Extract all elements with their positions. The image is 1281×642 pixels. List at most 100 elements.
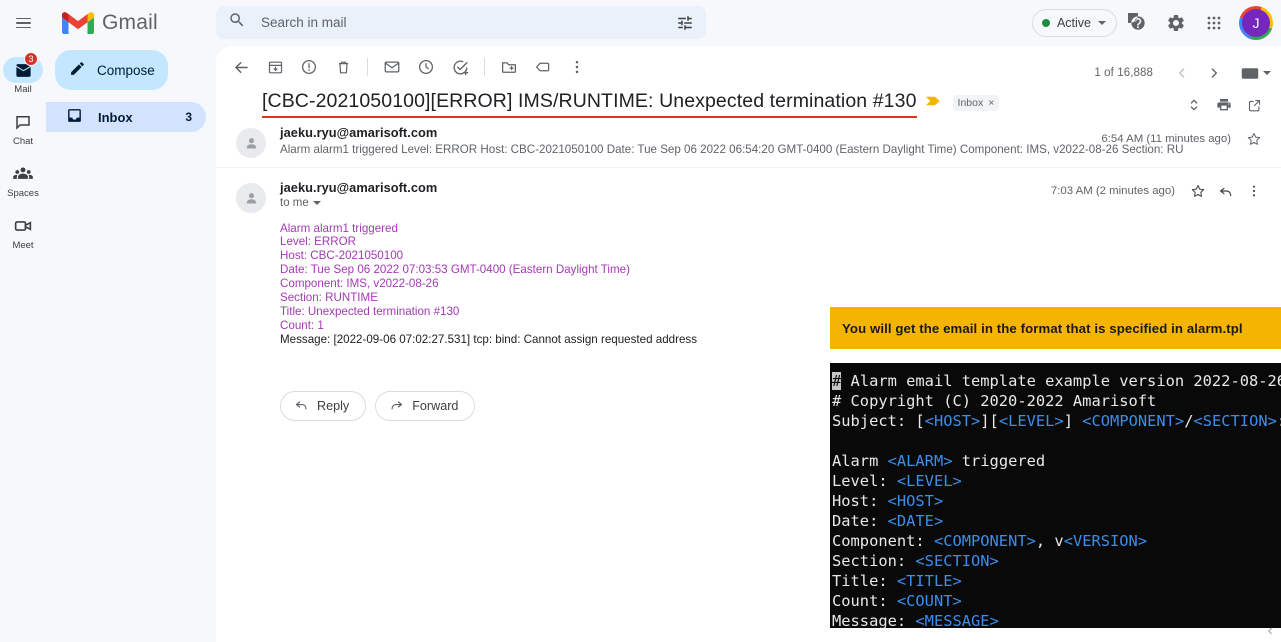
page-title: [CBC-2021050100][ERROR] IMS/RUNTIME: Une… <box>262 90 917 112</box>
reply-icon <box>294 397 309 415</box>
sidebar: Compose Inbox 3 <box>46 46 216 642</box>
code-line: Message: <MESSAGE> <box>832 611 1281 628</box>
message-content-line: Level: ERROR <box>280 235 357 249</box>
rail-label-spaces: Spaces <box>7 188 39 199</box>
message-timestamp: 6:54 AM (11 minutes ago) <box>1101 133 1231 145</box>
star-icon[interactable] <box>1241 126 1267 152</box>
code-line: Component: <COMPONENT>, v<VERSION> <box>832 531 1281 551</box>
status-label: Active <box>1056 16 1091 30</box>
code-block: # Alarm email template example version 2… <box>830 363 1281 628</box>
chevron-down-icon <box>1098 21 1106 25</box>
code-text: Title: <box>832 572 897 590</box>
rail-label-chat: Chat <box>12 136 34 147</box>
rail-label-mail: Mail <box>14 84 32 95</box>
top-header: Gmail Search in mail Active J <box>0 0 1281 46</box>
avatar-initial: J <box>1242 9 1270 37</box>
search-input[interactable]: Search in mail <box>216 6 706 39</box>
sidebar-item-inbox-count: 3 <box>185 110 192 124</box>
avatar <box>236 183 266 213</box>
code-placeholder-token: <LEVEL> <box>998 412 1064 430</box>
rail-item-mail[interactable]: 3 Mail <box>0 50 46 102</box>
important-marker-icon[interactable] <box>925 94 941 112</box>
mail-icon: 3 <box>3 52 43 83</box>
star-icon[interactable] <box>1185 178 1211 204</box>
message-timestamp: 7:03 AM (2 minutes ago) <box>1050 185 1175 197</box>
open-in-new-window-icon[interactable] <box>1241 92 1267 118</box>
subject-row: [CBC-2021050100][ERROR] IMS/RUNTIME: Une… <box>216 76 1281 118</box>
status-dot-icon <box>1041 19 1050 27</box>
code-text: Alarm email template example version 202… <box>841 372 1281 390</box>
annotation-callout: You will get the email in the format tha… <box>830 307 1281 349</box>
forward-button[interactable]: Forward <box>375 391 476 422</box>
reply-button[interactable]: Reply <box>280 391 367 422</box>
code-text: Count: <box>832 592 897 610</box>
code-line: # Copyright (C) 2020-2022 Amarisoft <box>832 391 1281 411</box>
gmail-logo[interactable]: Gmail <box>61 10 158 36</box>
code-text: Level: <box>832 472 897 490</box>
avatar <box>236 128 266 158</box>
forward-label: Forward <box>412 399 459 414</box>
message-content-line: Date: Tue Sep 06 2022 07:03:53 GMT-0400 … <box>280 263 630 277</box>
code-line: Section: <SECTION> <box>832 551 1281 571</box>
code-text: ][ <box>980 412 999 430</box>
code-line: # Alarm email template example version 2… <box>832 371 1281 391</box>
sidebar-item-inbox[interactable]: Inbox 3 <box>46 102 206 132</box>
search-placeholder: Search in mail <box>261 15 347 30</box>
code-text: Host: <box>832 492 888 510</box>
toolbar-divider-2 <box>484 58 485 76</box>
code-placeholder-token: <ALARM> <box>887 452 953 470</box>
code-placeholder-token: <HOST> <box>924 412 981 430</box>
code-line: Alarm <ALARM> triggered <box>832 451 1281 471</box>
settings-gear-icon[interactable] <box>1159 6 1193 40</box>
search-options-icon[interactable] <box>676 14 694 32</box>
code-text: , v <box>1035 532 1064 550</box>
code-placeholder-token: <VERSION> <box>1063 532 1148 550</box>
pencil-icon <box>69 60 86 80</box>
status-chip[interactable]: Active <box>1031 9 1117 37</box>
message-content-line: Host: CBC-2021050100 <box>280 249 404 263</box>
code-text: : <box>1277 412 1281 430</box>
google-apps-icon[interactable] <box>1197 6 1231 40</box>
message-collapsed[interactable]: jaeku.ryu@amarisoft.com Alarm alarm1 tri… <box>216 116 1281 168</box>
thread-pane: 1 of 16,888 [CBC-2021050100][ERROR] IMS/… <box>216 46 1281 642</box>
spaces-icon <box>3 161 43 187</box>
code-placeholder-token: <SECTION> <box>915 552 999 570</box>
inbox-icon <box>66 107 83 127</box>
code-placeholder-token: <TITLE> <box>896 572 962 590</box>
rail-item-chat[interactable]: Chat <box>0 102 46 154</box>
reply-icon[interactable] <box>1213 178 1239 204</box>
code-line: Host: <HOST> <box>832 491 1281 511</box>
code-placeholder-token: <HOST> <box>887 492 944 510</box>
label-chip-inbox[interactable]: Inbox × <box>952 95 1000 111</box>
message-content-line: Component: IMS, v2022-08-26 <box>280 277 439 291</box>
forward-icon <box>389 397 404 415</box>
code-line: Subject: [<HOST>][<LEVEL>] <COMPONENT>/<… <box>832 411 1281 431</box>
message-meta: 7:03 AM (2 minutes ago) <box>1051 178 1267 204</box>
code-placeholder-token: <COMPONENT> <box>933 532 1036 550</box>
sidebar-item-inbox-label: Inbox <box>98 109 133 125</box>
scroll-down-icon[interactable] <box>1263 624 1277 638</box>
rail-item-spaces[interactable]: Spaces <box>0 154 46 206</box>
print-icon[interactable] <box>1211 92 1237 118</box>
label-chip-text: Inbox <box>957 97 984 109</box>
code-line: Title: <TITLE> <box>832 571 1281 591</box>
code-line: Level: <LEVEL> <box>832 471 1281 491</box>
main-menu-icon[interactable] <box>3 3 43 43</box>
chat-icon <box>3 109 43 135</box>
collapse-all-icon[interactable] <box>1181 92 1207 118</box>
code-placeholder-token: <COUNT> <box>896 592 962 610</box>
label-chip-remove-icon[interactable]: × <box>988 97 994 109</box>
subject-actions <box>1181 92 1267 118</box>
message-more-icon[interactable] <box>1241 178 1267 204</box>
compose-button[interactable]: Compose <box>55 50 168 90</box>
help-icon[interactable] <box>1121 6 1155 40</box>
code-text: ] <box>1063 412 1083 430</box>
gmail-logo-icon <box>61 10 95 36</box>
subject-wrap: [CBC-2021050100][ERROR] IMS/RUNTIME: Une… <box>262 90 917 118</box>
rail-item-meet[interactable]: Meet <box>0 206 46 258</box>
code-placeholder-token: <SECTION> <box>1193 412 1277 430</box>
avatar[interactable]: J <box>1239 6 1273 40</box>
rail-label-meet: Meet <box>12 240 34 251</box>
code-text: triggered <box>952 452 1046 470</box>
